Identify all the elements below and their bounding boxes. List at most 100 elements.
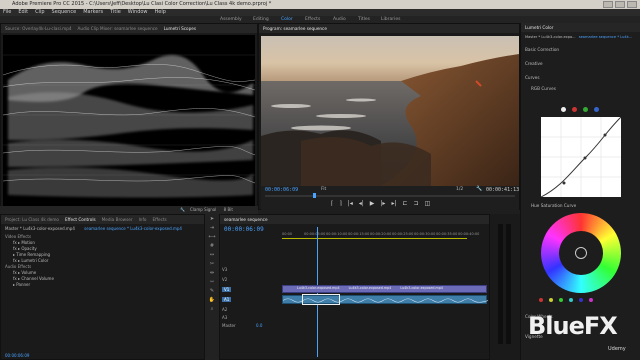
green-channel-dot[interactable] [583,107,588,112]
menu-title[interactable]: Title [110,9,121,16]
mark-in-icon[interactable]: ⌈ [331,200,333,207]
tab-project[interactable]: Project: Lu Class 4k demo [5,215,59,224]
workspace-titles[interactable]: Titles [358,16,370,23]
ripple-edit-icon[interactable]: ⟷ [208,234,216,241]
tab-lumetri-scopes[interactable]: Lumetri Scopes [164,24,196,33]
go-to-in-icon[interactable]: |◂ [348,200,353,207]
tab-sequence[interactable]: seamarlee sequence [224,215,268,224]
section-creative[interactable]: Creative [525,61,543,66]
tab-effect-controls[interactable]: Effect Controls [65,215,96,224]
tab-media-browser[interactable]: Media Browser [102,215,133,224]
resolution-select[interactable]: 1/2 [456,187,463,192]
selection-tool-icon[interactable]: ➤ [208,216,216,223]
menu-file[interactable]: File [3,9,11,16]
wrench-icon[interactable]: 🔧 [476,186,482,192]
maximize-button[interactable] [615,1,625,8]
tab-program[interactable]: Program: seamarlee sequence [263,24,327,33]
step-back-icon[interactable]: ◂| [359,200,364,207]
insert-icon[interactable]: ⊏ [403,200,408,207]
close-button[interactable] [627,1,637,8]
lumetri-tab-row: Lumetri Color [521,23,640,32]
clip-label: Lu4k3-color-exposed.mp4 [400,286,443,290]
wrench-icon[interactable]: 🔧 [180,206,185,214]
track-v2[interactable]: V2 [222,277,227,282]
zoom-icon[interactable]: ⌕ [208,306,216,313]
workspace-editing[interactable]: Editing [253,16,269,23]
clamp-signal-checkbox[interactable]: Clamp Signal [190,207,216,212]
swatch-blue[interactable] [579,298,583,302]
rgb-curve-graph[interactable] [540,116,622,198]
blue-channel-dot[interactable] [594,107,599,112]
timeline-timecode[interactable]: 00:00:06:09 [224,226,264,233]
workspace-libraries[interactable]: Libraries [381,16,400,23]
section-hue-saturation-curve[interactable]: Hue Saturation Curve [531,203,576,208]
menu-sequence[interactable]: Sequence [52,9,77,16]
hue-saturation-wheel[interactable] [541,213,621,293]
track-master[interactable]: Master [222,323,236,328]
swatch-green[interactable] [559,298,563,302]
menu-markers[interactable]: Markers [83,9,103,16]
swatch-magenta[interactable] [589,298,593,302]
program-playhead[interactable] [313,193,316,198]
master-clip-select[interactable]: Master * Lu4k3-color-exposed.mp4 [5,226,75,231]
selected-clip[interactable] [302,294,340,305]
sequence-clip-select[interactable]: seamarlee sequence * Lu4k3-color-exposed… [84,226,182,231]
slip-icon[interactable]: ⇹ [208,270,216,277]
track-a3[interactable]: A3 [222,315,227,320]
swatch-yellow[interactable] [549,298,553,302]
razor-icon[interactable]: ✂ [208,261,216,268]
section-basic-correction[interactable]: Basic Correction [525,47,559,52]
track-select-icon[interactable]: ⇥ [208,225,216,232]
menu-window[interactable]: Window [128,9,148,16]
master-clip-select[interactable]: Master * Lu4k3-color-expo... [525,35,576,39]
menu-edit[interactable]: Edit [18,9,28,16]
slide-icon[interactable]: ⇿ [208,279,216,286]
tab-audio-clip-mixer[interactable]: Audio Clip Mixer: seamarlee sequence [78,24,158,33]
tab-effects[interactable]: Effects [153,215,167,224]
minimize-button[interactable] [603,1,613,8]
white-channel-dot[interactable] [561,107,566,112]
workspace-effects[interactable]: Effects [305,16,320,23]
sequence-clip-select[interactable]: seamarlee sequence * Lu4k... [579,35,632,39]
work-area-bar[interactable] [282,238,467,239]
go-to-out-icon[interactable]: ▸| [391,200,396,207]
red-channel-dot[interactable] [572,107,577,112]
rate-stretch-icon[interactable]: ↔ [208,252,216,259]
swatch-cyan[interactable] [569,298,573,302]
play-icon[interactable]: ▶ [370,200,375,207]
program-timecode-current[interactable]: 00:00:06:09 [265,187,298,193]
program-scrub-bar[interactable] [265,195,515,197]
mark-out-icon[interactable]: ⌉ [339,200,341,207]
menu-help[interactable]: Help [155,9,166,16]
section-curves[interactable]: Curves [525,75,540,80]
workspace-bar: Assembly Editing Color Effects Audio Tit… [0,16,640,23]
effect-panner[interactable]: ▸ Panner [5,282,201,288]
meter-right [506,224,511,344]
zoom-fit-select[interactable]: Fit [321,187,326,192]
effect-controls-timecode[interactable]: 00:00:06:09 [5,353,201,359]
menu-clip[interactable]: Clip [35,9,44,16]
workspace-audio[interactable]: Audio [333,16,346,23]
track-a1[interactable]: A1 [222,297,232,302]
tab-source[interactable]: Source: Overlay4k-Lu-clasi.mp4 [5,24,72,33]
pen-icon[interactable]: ✎ [208,288,216,295]
export-frame-icon[interactable]: ◫ [425,200,431,207]
track-v1[interactable]: V1 [222,287,232,292]
master-volume-value[interactable]: 0.0 [256,323,262,328]
section-rgb-curves[interactable]: RGB Curves [531,86,556,91]
video-clip-track[interactable]: Lu4k3-color-exposed.mp4 Lu4k3-color-expo… [282,285,487,293]
bit-depth-select[interactable]: 8 Bit [224,207,233,212]
track-v3[interactable]: V3 [222,267,227,272]
step-forward-icon[interactable]: |▸ [380,200,385,207]
clip-label: Lu4k3-color-exposed.mp4 [297,286,340,290]
hand-icon[interactable]: ✋ [208,297,216,304]
workspace-assembly[interactable]: Assembly [220,16,242,23]
track-a2[interactable]: A2 [222,307,227,312]
rolling-edit-icon[interactable]: # [208,243,216,250]
tab-info[interactable]: Info [139,215,147,224]
wheel-handle[interactable] [575,247,587,259]
workspace-color[interactable]: Color [281,16,293,23]
tab-lumetri-color[interactable]: Lumetri Color [525,23,553,32]
swatch-red[interactable] [539,298,543,302]
overwrite-icon[interactable]: ⊐ [414,200,419,207]
